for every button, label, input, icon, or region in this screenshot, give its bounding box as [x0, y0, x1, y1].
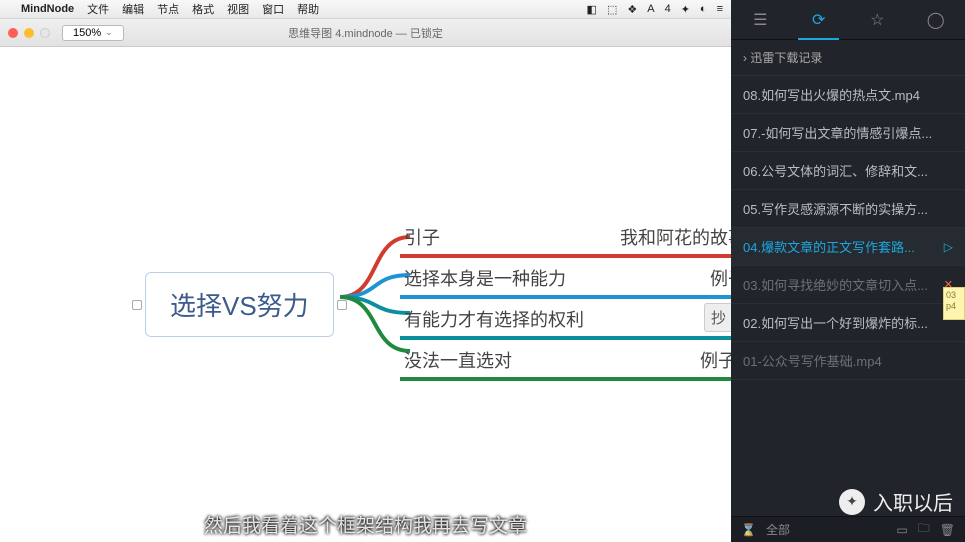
file-item[interactable]: 08.如何写出火爆的热点文.mp4: [731, 76, 965, 114]
window-traffic-lights[interactable]: [8, 28, 50, 38]
close-window-icon[interactable]: [8, 28, 18, 38]
file-name: 02.如何写出一个好到爆炸的标...: [743, 313, 928, 332]
menu-view[interactable]: 视图: [227, 1, 249, 17]
tab-list-icon[interactable]: ☰: [731, 0, 790, 39]
filter-label[interactable]: 全部: [766, 521, 790, 538]
file-name: 05.写作灵感源源不断的实操方...: [743, 199, 928, 218]
menu-window[interactable]: 窗口: [262, 1, 284, 17]
branch-node[interactable]: 选择本身是一种能力 例子: [400, 258, 731, 299]
file-name: 04.爆款文章的正文写作套路...: [743, 237, 915, 256]
tab-favorites-icon[interactable]: ☆: [848, 0, 907, 39]
branch-list: 引子 我和阿花的故事 选择本身是一种能力 例子 有能力才有选择的权利 没法一直选…: [400, 217, 731, 381]
branch-label: 选择本身是一种能力: [404, 265, 566, 291]
mac-menubar: MindNode 文件 编辑 节点 格式 视图 窗口 帮助 ◧⬚ ❖A 4✦ ◐…: [0, 0, 731, 19]
menu-edit[interactable]: 编辑: [122, 1, 144, 17]
branch-node[interactable]: 引子 我和阿花的故事: [400, 217, 731, 258]
cutoff-node[interactable]: 抄: [704, 303, 731, 332]
video-subtitle: 然后我看着这个框架结构我再去写文章: [204, 511, 527, 538]
branch-child: 例子2: [700, 347, 731, 373]
document-title: 思维导图 4.mindnode — 已锁定: [288, 25, 443, 41]
sidebar-footer: ⌛ 全部 ▭ 🗀 🗑: [731, 516, 965, 542]
sticky-note[interactable]: 03 p4: [943, 287, 965, 320]
menu-help[interactable]: 帮助: [297, 1, 319, 17]
branch-label: 有能力才有选择的权利: [404, 306, 584, 332]
minimize-window-icon[interactable]: [24, 28, 34, 38]
file-name: 08.如何写出火爆的热点文.mp4: [743, 85, 920, 104]
zoom-select[interactable]: 150%: [62, 25, 124, 41]
node-handle-left-icon[interactable]: [132, 300, 142, 310]
wechat-watermark: ✦ 入职以后: [839, 487, 953, 516]
wechat-icon: ✦: [839, 489, 865, 515]
mindmap-root-node[interactable]: 选择VS努力: [145, 272, 334, 337]
filter-icon[interactable]: ⌛: [741, 523, 756, 537]
file-name: 07.-如何写出文章的情感引爆点...: [743, 123, 932, 142]
app-name[interactable]: MindNode: [21, 3, 74, 15]
file-item[interactable]: 02.如何写出一个好到爆炸的标...: [731, 304, 965, 342]
app-toolbar: 150% 思维导图 4.mindnode — 已锁定: [0, 19, 731, 47]
section-title-text: 迅雷下载记录: [750, 51, 822, 65]
file-item[interactable]: 07.-如何写出文章的情感引爆点...: [731, 114, 965, 152]
file-item[interactable]: 03.如何寻找绝妙的文章切入点...✕: [731, 266, 965, 304]
menu-file[interactable]: 文件: [87, 1, 109, 17]
file-name: 01-公众号写作基础.mp4: [743, 351, 882, 370]
file-item[interactable]: 01-公众号写作基础.mp4: [731, 342, 965, 380]
file-list: 08.如何写出火爆的热点文.mp4 07.-如何写出文章的情感引爆点... 06.公…: [731, 76, 965, 380]
branch-node[interactable]: 没法一直选对 例子2: [400, 340, 731, 381]
delete-icon[interactable]: 🗑: [940, 523, 955, 537]
tab-account-icon[interactable]: ◯: [907, 0, 965, 39]
file-name: 03.如何寻找绝妙的文章切入点...: [743, 275, 928, 294]
playing-icon: ▷: [944, 240, 953, 254]
menubar-status-icons: ◧⬚ ❖A 4✦ ◐≡: [587, 3, 723, 16]
branch-label: 引子: [404, 224, 440, 250]
branch-node[interactable]: 有能力才有选择的权利: [400, 299, 731, 340]
menu-node[interactable]: 节点: [157, 1, 179, 17]
root-node-text: 选择VS努力: [170, 291, 309, 321]
section-header[interactable]: › 迅雷下载记录: [731, 40, 965, 76]
file-item[interactable]: 06.公号文体的词汇、修辞和文...: [731, 152, 965, 190]
sidebar-tabs: ☰ ⟳ ☆ ◯: [731, 0, 965, 40]
branch-child: 例子: [710, 265, 731, 291]
mindmap-canvas[interactable]: 选择VS努力 引子 我和阿花的故事 选择本身是一种能力 例子: [0, 47, 731, 542]
file-item[interactable]: 04.爆款文章的正文写作套路... ▷: [731, 228, 965, 266]
file-name: 06.公号文体的词汇、修辞和文...: [743, 161, 928, 180]
folder-icon[interactable]: 🗀: [918, 519, 930, 540]
video-app-frame: MindNode 文件 编辑 节点 格式 视图 窗口 帮助 ◧⬚ ❖A 4✦ ◐…: [0, 0, 731, 542]
branch-child: 我和阿花的故事: [620, 224, 731, 250]
watermark-text: 入职以后: [873, 487, 953, 516]
new-folder-icon[interactable]: ▭: [896, 523, 907, 537]
menu-format[interactable]: 格式: [192, 1, 214, 17]
file-item[interactable]: 05.写作灵感源源不断的实操方...: [731, 190, 965, 228]
chevron-right-icon: ›: [743, 51, 747, 65]
zoom-window-icon[interactable]: [40, 28, 50, 38]
tab-downloads-icon[interactable]: ⟳: [790, 0, 849, 39]
download-sidebar: ☰ ⟳ ☆ ◯ › 迅雷下载记录 08.如何写出火爆的热点文.mp4 07.-如何…: [731, 0, 965, 542]
branch-label: 没法一直选对: [404, 347, 512, 373]
